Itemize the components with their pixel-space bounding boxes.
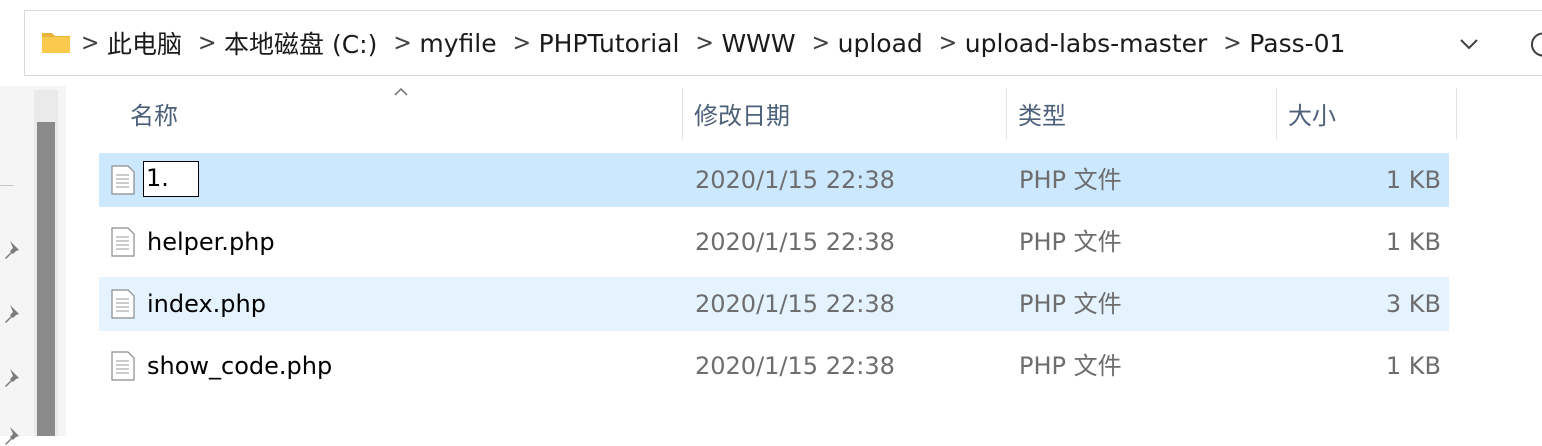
file-date: 2020/1/15 22:38 <box>695 290 895 318</box>
breadcrumb: > 此电脑 > 本地磁盘 (C:) > myfile > PHPTutorial… <box>81 11 1361 75</box>
file-row[interactable]: helper.php 2020/1/15 22:38 PHP 文件 1 KB <box>99 215 1449 269</box>
file-type: PHP 文件 <box>1019 166 1122 194</box>
column-divider[interactable] <box>1276 88 1277 140</box>
breadcrumb-item[interactable]: myfile <box>419 29 496 58</box>
file-row[interactable]: index.php 2020/1/15 22:38 PHP 文件 3 KB <box>99 277 1449 331</box>
file-type: PHP 文件 <box>1019 352 1122 380</box>
file-name: show_code.php <box>147 352 333 380</box>
document-icon <box>111 165 135 195</box>
file-date: 2020/1/15 22:38 <box>695 352 895 380</box>
folder-icon <box>42 33 70 53</box>
column-header-type[interactable]: 类型 <box>1008 88 1274 146</box>
breadcrumb-item[interactable]: upload-labs-master <box>965 29 1208 58</box>
breadcrumb-item[interactable]: 本地磁盘 (C:) <box>224 25 377 61</box>
document-icon <box>111 351 135 381</box>
file-name: helper.php <box>147 228 275 256</box>
file-type: PHP 文件 <box>1019 228 1122 256</box>
file-size: 1 KB <box>1385 166 1441 194</box>
chevron-down-icon[interactable] <box>1447 27 1491 63</box>
file-size: 3 KB <box>1385 290 1441 318</box>
refresh-icon[interactable] <box>1521 27 1542 63</box>
chevron-right-icon[interactable]: > <box>198 29 216 57</box>
file-size: 1 KB <box>1385 228 1441 256</box>
breadcrumb-item[interactable]: 此电脑 <box>107 25 182 61</box>
chevron-right-icon[interactable]: > <box>695 29 713 57</box>
column-header-size[interactable]: 大小 <box>1278 88 1456 146</box>
file-name: index.php <box>147 290 266 318</box>
column-header-date[interactable]: 修改日期 <box>684 88 1004 146</box>
divider <box>0 185 14 186</box>
address-bar[interactable]: > 此电脑 > 本地磁盘 (C:) > myfile > PHPTutorial… <box>24 10 1542 76</box>
rename-input[interactable]: 1. <box>143 161 199 197</box>
chevron-right-icon[interactable]: > <box>513 29 531 57</box>
file-type: PHP 文件 <box>1019 290 1122 318</box>
column-divider[interactable] <box>1006 88 1007 140</box>
pin-icon[interactable] <box>2 424 24 446</box>
column-header-name[interactable]: 名称 <box>120 88 680 146</box>
chevron-right-icon[interactable]: > <box>939 29 957 57</box>
pin-icon[interactable] <box>2 302 24 324</box>
breadcrumb-item[interactable]: upload <box>838 29 923 58</box>
chevron-right-icon[interactable]: > <box>81 29 99 57</box>
breadcrumb-item[interactable]: WWW <box>721 29 795 58</box>
chevron-right-icon[interactable]: > <box>812 29 830 57</box>
pin-icon[interactable] <box>2 238 24 260</box>
file-size: 1 KB <box>1385 352 1441 380</box>
file-row[interactable]: 1. 2020/1/15 22:38 PHP 文件 1 KB <box>99 153 1449 207</box>
file-date: 2020/1/15 22:38 <box>695 166 895 194</box>
document-icon <box>111 289 135 319</box>
window-top-strip <box>0 0 1542 10</box>
chevron-right-icon[interactable]: > <box>1223 29 1241 57</box>
scrollbar-thumb[interactable] <box>37 122 55 436</box>
breadcrumb-item-current[interactable]: Pass-01 <box>1249 29 1345 58</box>
breadcrumb-item[interactable]: PHPTutorial <box>539 29 680 58</box>
chevron-right-icon[interactable]: > <box>393 29 411 57</box>
column-divider[interactable] <box>682 88 683 140</box>
file-date: 2020/1/15 22:38 <box>695 228 895 256</box>
document-icon <box>111 227 135 257</box>
column-divider[interactable] <box>1456 88 1457 140</box>
pin-icon[interactable] <box>2 366 24 388</box>
column-header-row: 名称 修改日期 类型 大小 <box>100 88 1460 146</box>
file-row[interactable]: show_code.php 2020/1/15 22:38 PHP 文件 1 K… <box>99 339 1449 393</box>
